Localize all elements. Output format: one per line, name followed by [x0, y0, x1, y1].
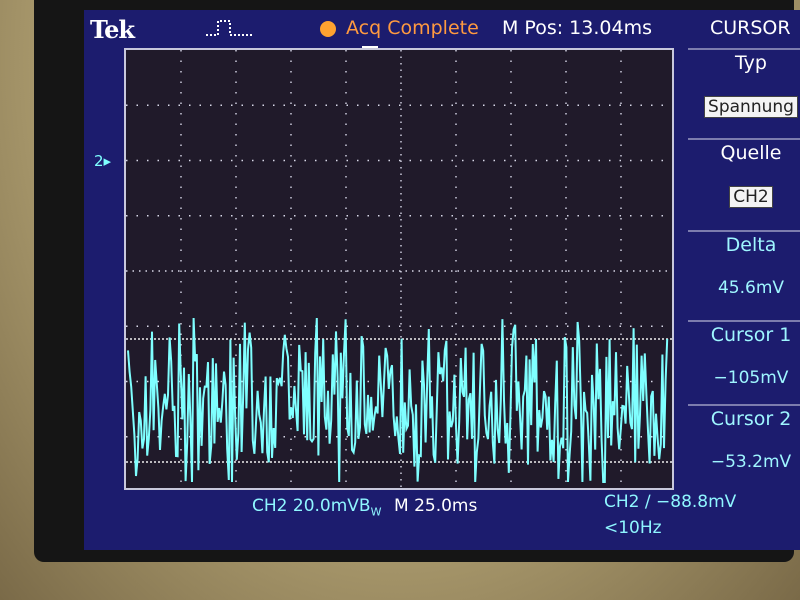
- bw-limit-sub: W: [370, 505, 382, 519]
- menu-item-value: −53.2mV: [710, 452, 792, 472]
- side-menu: Typ Spannung Quelle CH2 Delta 45.6mV Cursor 1 −…: [688, 48, 800, 546]
- menu-item-label: Quelle: [720, 142, 782, 164]
- bw-limit-mark: B: [358, 496, 371, 516]
- ch2-scale-text: CH2 20.0mV: [252, 496, 359, 516]
- menu-item-quelle[interactable]: Quelle CH2: [688, 138, 800, 230]
- menu-item-label: Typ: [735, 52, 767, 74]
- acq-status-dot-icon: [320, 21, 336, 37]
- ch2-trace: [127, 317, 669, 483]
- ch2-level-marker: 2▸: [94, 152, 111, 170]
- status-bar: Tek Acq Complete M Pos: 13.04ms CURSOR: [84, 10, 800, 46]
- m-pos-readout: M Pos: 13.04ms: [502, 17, 652, 39]
- menu-item-label: Delta: [725, 234, 777, 256]
- menu-title: CURSOR: [710, 17, 791, 39]
- scope-bezel: Tek Acq Complete M Pos: 13.04ms CURSOR 2…: [34, 0, 800, 562]
- menu-item-cursor-1[interactable]: Cursor 1 −105mV: [688, 320, 800, 404]
- graticule: [124, 48, 674, 490]
- menu-item-label: Cursor 2: [710, 408, 792, 430]
- arrow-right-icon: ▸: [103, 152, 112, 170]
- menu-item-label: Cursor 1: [710, 324, 792, 346]
- ch2-marker-label: 2: [94, 152, 104, 170]
- time-scale-readout: M 25.0ms: [394, 496, 478, 516]
- waveform-plot: [126, 50, 672, 488]
- menu-item-value: −105mV: [713, 368, 789, 388]
- scope-screen: Tek Acq Complete M Pos: 13.04ms CURSOR 2…: [84, 10, 800, 550]
- menu-item-cursor-2[interactable]: Cursor 2 −53.2mV: [688, 404, 800, 492]
- tek-logo: Tek: [90, 15, 135, 44]
- frequency-readout: <10Hz: [604, 518, 662, 538]
- ch2-scale-readout: CH2 20.0mVBW: [252, 496, 381, 518]
- pulse-waveform-icon: [206, 18, 252, 43]
- oscilloscope-photo: Tek Acq Complete M Pos: 13.04ms CURSOR 2…: [0, 0, 800, 600]
- bottom-bar: CH2 20.0mVBW M 25.0ms CH2 ∕ −88.8mV <10H…: [84, 492, 800, 550]
- acq-status: Acq Complete: [346, 17, 479, 39]
- menu-item-typ[interactable]: Typ Spannung: [688, 48, 800, 138]
- menu-item-value: Spannung: [704, 96, 798, 118]
- menu-item-value: 45.6mV: [717, 278, 785, 298]
- menu-item-delta[interactable]: Delta 45.6mV: [688, 230, 800, 320]
- menu-item-value: CH2: [729, 186, 773, 208]
- trigger-readout: CH2 ∕ −88.8mV: [604, 492, 737, 512]
